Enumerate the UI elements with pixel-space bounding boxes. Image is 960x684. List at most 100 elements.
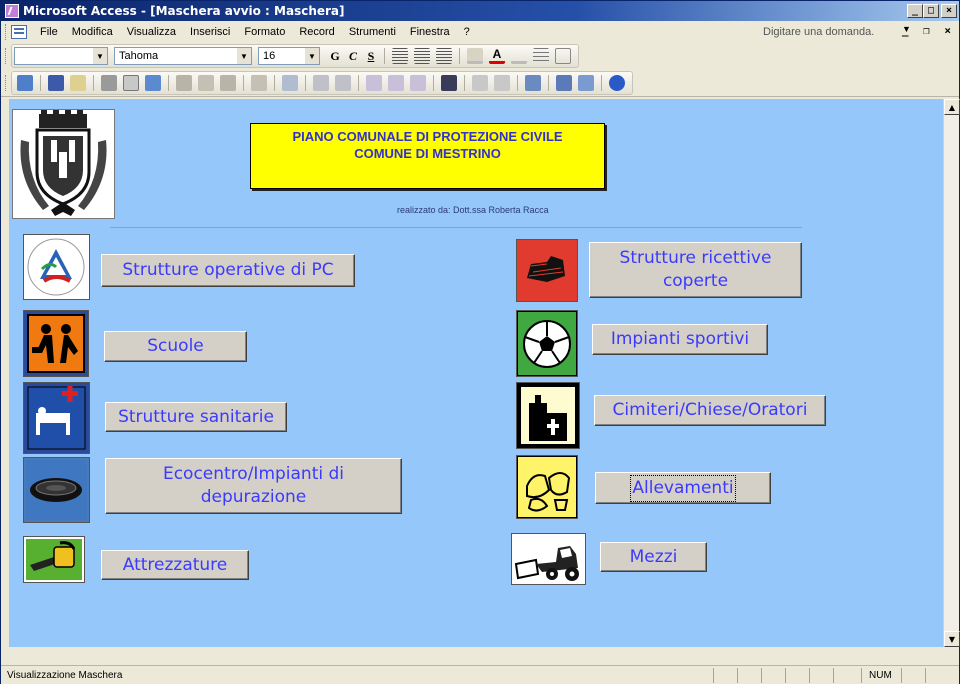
close-button[interactable]: × [941,4,957,18]
strutture-sanitarie-button[interactable]: Strutture sanitarie [105,402,287,432]
coat-of-arms-logo [12,109,115,219]
hospital-bed-icon[interactable] [23,382,90,454]
church-icon[interactable] [516,382,580,449]
line-width-icon[interactable] [533,48,549,64]
save-icon[interactable] [48,74,64,91]
school-children-icon[interactable] [23,310,89,377]
fill-color-icon[interactable] [467,48,483,64]
menu-inserisci[interactable]: Inserisci [183,26,237,38]
filter-by-form-icon[interactable] [388,74,404,91]
underline-button[interactable]: S [362,49,380,64]
attrezzature-button[interactable]: Attrezzature [101,550,249,580]
database-window-icon[interactable] [556,74,572,91]
chainsaw-icon[interactable] [23,536,85,583]
allevamenti-button[interactable]: Allevamenti [595,472,771,504]
chevron-down-icon[interactable]: ▼ [237,48,251,64]
align-center-icon[interactable] [414,48,430,64]
cut-icon[interactable] [176,74,192,91]
form-title-box: PIANO COMUNALE DI PROTEZIONE CIVILE COMU… [250,123,605,189]
italic-button[interactable]: C [344,49,362,64]
mezzi-button[interactable]: Mezzi [600,542,707,572]
help-icon[interactable] [609,74,625,91]
sort-descending-icon[interactable] [335,74,351,91]
menu-help[interactable]: ? [457,26,477,38]
toolbar-separator [464,74,465,91]
menu-file[interactable]: File [33,26,65,38]
soccer-ball-icon[interactable] [516,310,578,377]
print-preview-icon[interactable] [123,74,139,91]
menu-visualizza[interactable]: Visualizza [120,26,183,38]
livestock-icon[interactable] [516,455,578,519]
properties-icon[interactable] [525,74,541,91]
toolbar-grip[interactable] [5,74,8,91]
print-icon[interactable] [101,74,117,91]
spelling-icon[interactable] [145,74,161,91]
protezione-civile-logo-icon[interactable] [23,234,90,300]
impianti-sportivi-button[interactable]: Impianti sportivi [592,324,768,355]
chevron-down-icon[interactable]: ▼ [93,48,107,64]
font-size-combo[interactable]: 16 ▼ [258,47,320,65]
toolbar-separator [548,74,549,91]
strutture-operative-button[interactable]: Strutture operative di PC [101,254,355,287]
paste-icon[interactable] [220,74,236,91]
access-app-icon[interactable] [5,4,19,18]
find-icon[interactable] [441,74,457,91]
format-toolstrip: ▼ Tahoma ▼ 16 ▼ G C S A [11,44,579,68]
bold-button[interactable]: G [326,49,344,64]
form-vertical-scrollbar[interactable]: ▲ ▼ [943,99,960,647]
menu-record[interactable]: Record [292,26,341,38]
toolbar-separator [433,74,434,91]
document-window-controls[interactable]: _ ❐ × [902,24,955,37]
form-menu-icon[interactable] [11,25,27,39]
scroll-up-icon[interactable]: ▲ [944,99,960,115]
button-label: Strutture sanitarie [118,406,274,427]
chevron-down-icon[interactable]: ▼ [305,48,319,64]
cimiteri-chiese-oratori-button[interactable]: Cimiteri/Chiese/Oratori [594,395,826,426]
bulldozer-icon[interactable] [511,533,586,585]
menu-strumenti[interactable]: Strumenti [342,26,403,38]
status-bar: Visualizzazione Maschera NUM [1,665,959,684]
align-left-icon[interactable] [392,48,408,64]
align-right-icon[interactable] [436,48,452,64]
button-label: Ecocentro/Impianti di depurazione [162,464,345,507]
font-name-combo[interactable]: Tahoma ▼ [114,47,252,65]
status-divider [785,668,786,683]
form-title-line2: COMUNE DI MESTRINO [354,146,501,161]
menu-finestra[interactable]: Finestra [403,26,457,38]
delete-record-icon[interactable] [494,74,510,91]
access-window: Microsoft Access - [Maschera avvio : Mas… [0,0,960,684]
file-search-icon[interactable] [70,74,86,91]
sort-ascending-icon[interactable] [313,74,329,91]
undo-icon[interactable] [251,74,267,91]
scuole-button[interactable]: Scuole [104,331,247,362]
copy-icon[interactable] [198,74,214,91]
minimize-button[interactable]: _ [907,4,923,18]
new-record-icon[interactable] [472,74,488,91]
toolbar-grip[interactable] [5,24,8,40]
filter-by-selection-icon[interactable] [366,74,382,91]
scroll-down-icon[interactable]: ▼ [944,631,960,647]
status-divider [901,668,902,683]
brick-building-icon[interactable] [516,239,578,302]
water-treatment-icon[interactable] [23,457,90,523]
view-design-icon[interactable] [17,74,33,91]
ecocentro-button[interactable]: Ecocentro/Impianti di depurazione [105,458,402,514]
menu-modifica[interactable]: Modifica [65,26,120,38]
maximize-button[interactable]: □ [923,4,939,18]
divider-line [110,227,802,228]
strutture-ricettive-button[interactable]: Strutture ricettive coperte [589,242,802,298]
status-divider [833,668,834,683]
new-object-icon[interactable] [578,74,594,91]
toolbar-grip[interactable] [5,48,8,64]
object-combo[interactable]: ▼ [14,47,108,65]
toolbar-separator [93,74,94,91]
special-effect-icon[interactable] [555,48,571,64]
ask-question-input[interactable]: Digitare una domanda. [759,24,899,40]
menu-formato[interactable]: Formato [237,26,292,38]
font-color-icon[interactable]: A [489,48,505,64]
toolbar-separator [384,48,385,64]
line-color-icon[interactable] [511,48,527,64]
toolbar-separator [517,74,518,91]
insert-hyperlink-icon[interactable] [282,74,298,91]
apply-filter-icon[interactable] [410,74,426,91]
